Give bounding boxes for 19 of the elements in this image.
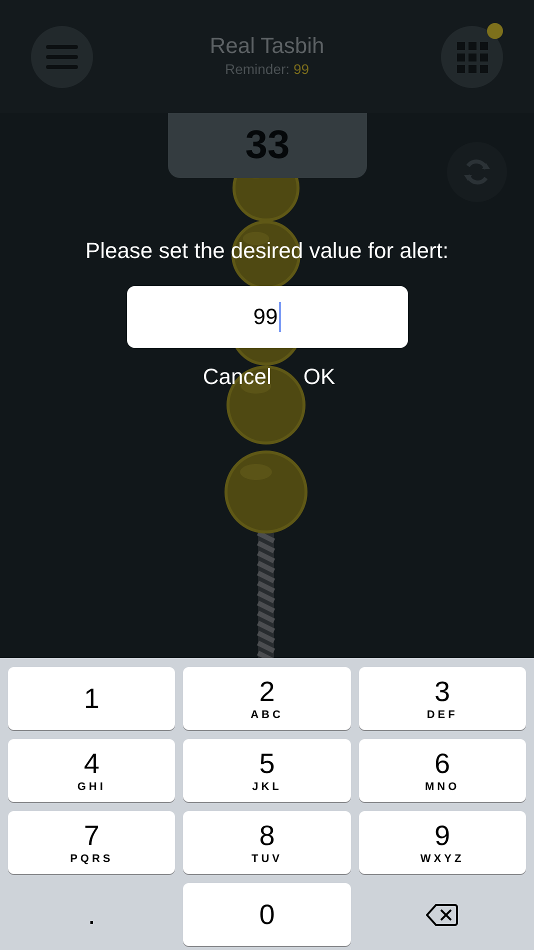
digit-key[interactable]: 8 TUV [183, 811, 351, 874]
dialog-message: Please set the desired value for alert: [85, 238, 449, 264]
digit-key[interactable]: 7 PQRS [8, 811, 176, 874]
backspace-icon [426, 902, 458, 926]
decimal-key[interactable]: . [8, 883, 176, 946]
menu-icon [46, 45, 78, 69]
app-title: Real Tasbih [210, 33, 324, 59]
input-field[interactable]: 99 [126, 286, 408, 348]
digit-key[interactable]: 0 [183, 883, 351, 946]
digit-key[interactable]: 4 GHI [8, 739, 176, 802]
digit-key[interactable]: 1 [8, 667, 176, 730]
ok-button[interactable]: OK [303, 364, 336, 390]
cancel-button[interactable]: Cancel [202, 364, 272, 390]
digit-key[interactable]: 3 DEF [358, 667, 526, 730]
digit-key[interactable]: 6 MNO [358, 739, 526, 802]
digit-key[interactable]: 9 WXYZ [358, 811, 526, 874]
digit-key[interactable]: 2 ABC [183, 667, 351, 730]
grid-icon [456, 42, 488, 72]
digit-key[interactable]: 5 JKL [183, 739, 351, 802]
